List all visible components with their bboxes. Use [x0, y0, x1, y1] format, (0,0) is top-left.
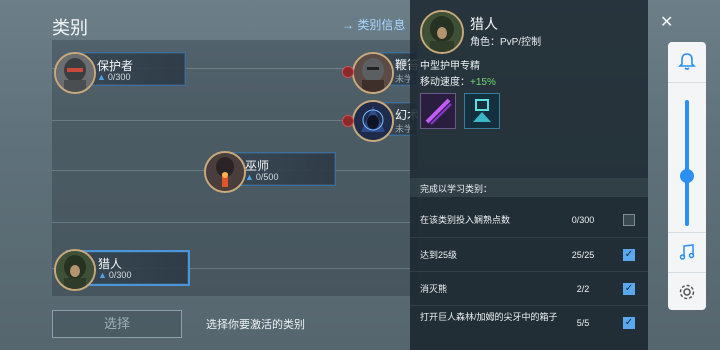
class-node-progress: ▲ 0/300	[98, 270, 131, 280]
move-speed-stat: 移动速度：+15%	[420, 73, 496, 88]
trap-skill-icon	[465, 94, 499, 128]
illusionist-avatar-icon	[352, 100, 394, 142]
slash-skill-icon	[421, 94, 455, 128]
select-button[interactable]: 选择	[52, 310, 182, 338]
notification-bell-button[interactable]	[668, 42, 706, 83]
hunter-portrait-icon	[420, 10, 464, 54]
mastery-icon: ▲	[245, 172, 254, 182]
requirement-label: 在该类别投入娴熟点数	[420, 215, 511, 225]
close-icon[interactable]: ✕	[660, 12, 673, 32]
class-node-progress: ▲ 0/300	[97, 72, 130, 82]
volume-slider-thumb[interactable]	[680, 168, 694, 183]
requirement-value: 5/5	[576, 318, 590, 328]
tree-track	[52, 222, 418, 223]
volume-slider-track[interactable]	[685, 100, 689, 226]
requirement-value: 0/300	[571, 215, 595, 225]
settings-button[interactable]	[668, 272, 706, 311]
class-node-progress-value: 0/300	[108, 270, 132, 280]
class-node-progress: ▲ 0/500	[245, 172, 278, 182]
requirement-value: 2/2	[576, 284, 590, 294]
requirements-title: 完成以学习类别：	[420, 184, 493, 194]
lock-icon	[342, 115, 354, 127]
skill-slot[interactable]	[464, 93, 500, 129]
requirement-row: 打开巨人森林/加姆的尖牙中的箱子 5/5 ✓	[410, 305, 648, 340]
flagellant-avatar-icon	[352, 52, 394, 94]
check-icon: ✓	[623, 283, 635, 295]
passive-title: 中型护甲专精	[420, 61, 480, 72]
check-icon: ✓	[623, 249, 635, 261]
requirement-row: 消灭熊 2/2 ✓	[410, 271, 648, 306]
skill-slot[interactable]	[420, 93, 456, 129]
mastery-icon: ▲	[97, 72, 106, 82]
select-hint: 选择你要激活的类别	[206, 319, 305, 331]
mastery-icon: ▲	[98, 270, 107, 280]
requirements-list: 在该类别投入娴熟点数 0/300 达到25级 25/25 ✓ 消灭熊 2/2 ✓…	[410, 197, 648, 350]
requirement-row: 在该类别投入娴熟点数 0/300	[410, 203, 648, 237]
info-role: 角色：PvP/控制	[470, 37, 542, 48]
music-button[interactable]	[668, 232, 706, 271]
check-icon: ✓	[623, 317, 635, 329]
hunter-avatar-icon	[54, 249, 96, 291]
class-info-link[interactable]: → 类别信息	[342, 16, 405, 33]
move-speed-value: +15%	[470, 77, 496, 88]
panel-title: 类别	[52, 18, 88, 38]
class-node-progress-value: 0/500	[255, 172, 279, 182]
class-node-progress-value: 0/300	[107, 72, 131, 82]
requirement-label: 打开巨人森林/加姆的尖牙中的箱子	[420, 312, 558, 322]
gear-icon	[678, 283, 696, 301]
protector-avatar-icon	[54, 52, 96, 94]
requirement-row: 达到25级 25/25 ✓	[410, 237, 648, 272]
side-toolbar	[668, 42, 706, 310]
info-class-name: 猎人	[470, 16, 498, 32]
bell-icon	[677, 51, 697, 71]
sorcerer-avatar-icon	[204, 151, 246, 193]
lock-icon	[342, 66, 354, 78]
requirement-checkbox	[623, 214, 635, 226]
move-speed-label: 移动速度：	[420, 77, 470, 88]
music-note-icon	[678, 243, 696, 261]
requirements-header: 完成以学习类别：	[410, 178, 648, 197]
requirement-label: 达到25级	[420, 250, 458, 260]
requirement-value: 25/25	[571, 250, 595, 260]
requirement-label: 消灭熊	[420, 284, 448, 294]
